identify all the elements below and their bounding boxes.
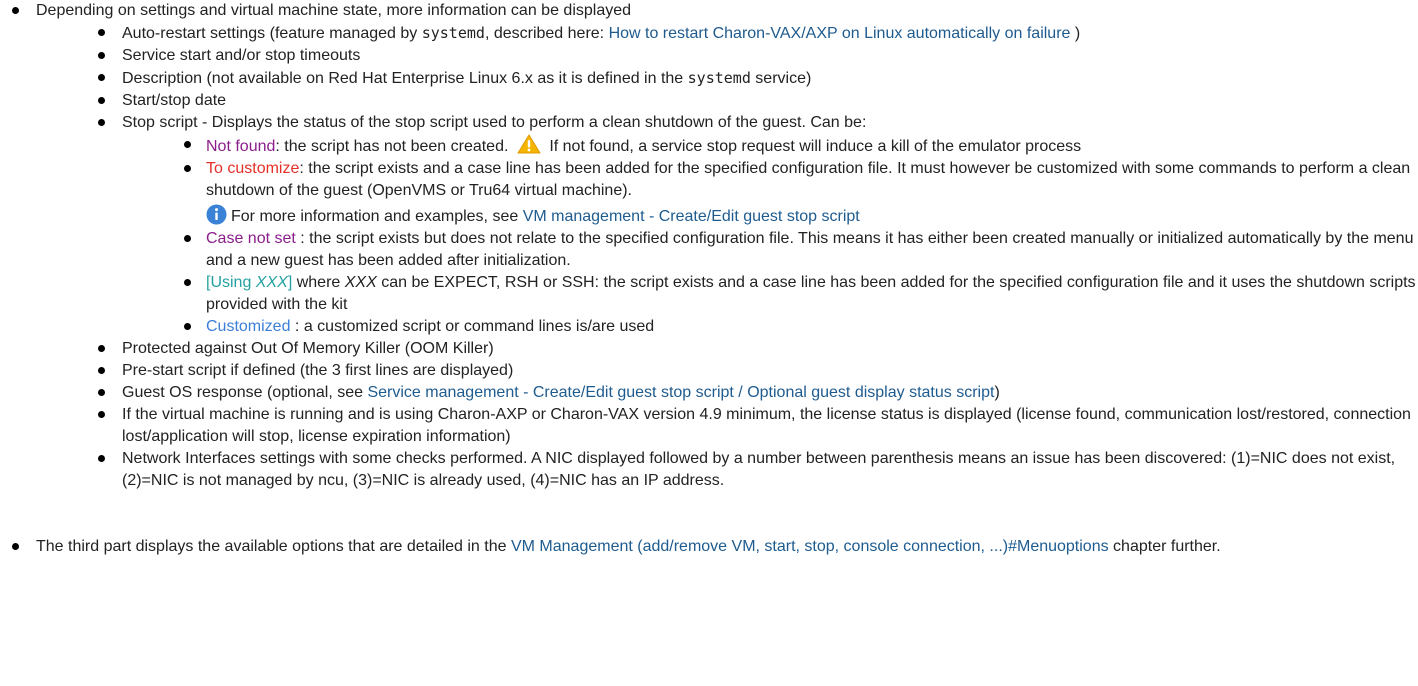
status-case-not-set: Case not set : the script exists but doe… bbox=[172, 228, 1418, 272]
list-item-nic: Network Interfaces settings with some ch… bbox=[86, 448, 1418, 492]
guest-os-text: Guest OS response (optional, see bbox=[122, 384, 368, 401]
list-item-auto-restart: Auto-restart settings (feature managed b… bbox=[86, 22, 1418, 45]
status-case-not-set-text: : the script exists but does not relate … bbox=[206, 230, 1414, 269]
third-part-text: The third part displays the available op… bbox=[36, 538, 511, 555]
list-item-timeouts: Service start and/or stop timeouts bbox=[86, 45, 1418, 67]
info-text: For more information and examples, see bbox=[231, 208, 523, 225]
document: Depending on settings and virtual machin… bbox=[0, 0, 1418, 558]
auto-restart-link[interactable]: How to restart Charon-VAX/AXP on Linux a… bbox=[609, 25, 1071, 42]
description-text-after: service) bbox=[750, 70, 812, 87]
list-item-third-part: The third part displays the available op… bbox=[0, 536, 1418, 558]
auto-restart-text-after: ) bbox=[1070, 25, 1081, 42]
top-level-list: Depending on settings and virtual machin… bbox=[0, 0, 1418, 492]
status-customized: Customized : a customized script or comm… bbox=[172, 316, 1418, 338]
vm-management-stop-script-link[interactable]: VM management - Create/Edit guest stop s… bbox=[523, 208, 860, 225]
guest-os-text-after: ) bbox=[994, 384, 1000, 401]
systemd-code: systemd bbox=[687, 69, 751, 87]
list-item-description: Description (not available on Red Hat En… bbox=[86, 67, 1418, 90]
list-item-license: If the virtual machine is running and is… bbox=[86, 404, 1418, 448]
start-stop-date-text: Start/stop date bbox=[122, 92, 227, 109]
guest-os-link[interactable]: Service management - Create/Edit guest s… bbox=[367, 384, 994, 401]
info-note: For more information and examples, see V… bbox=[206, 204, 1418, 228]
third-part-list: The third part displays the available op… bbox=[0, 536, 1418, 558]
status-using-open: [Using bbox=[206, 274, 256, 291]
list-item-intro: Depending on settings and virtual machin… bbox=[0, 0, 1418, 492]
status-customized-text: : a customized script or command lines i… bbox=[290, 318, 655, 335]
list-item-guest-os: Guest OS response (optional, see Service… bbox=[86, 382, 1418, 404]
status-not-found: Not found: the script has not been creat… bbox=[172, 134, 1418, 158]
prestart-text: Pre-start script if defined (the 3 first… bbox=[122, 362, 514, 379]
description-text: Description (not available on Red Hat En… bbox=[122, 70, 688, 87]
vm-management-menu-options-link[interactable]: VM Management (add/remove VM, start, sto… bbox=[511, 538, 1109, 555]
intro-text: Depending on settings and virtual machin… bbox=[36, 2, 632, 19]
timeouts-text: Service start and/or stop timeouts bbox=[122, 47, 361, 64]
info-icon bbox=[206, 204, 227, 225]
warning-text: If not found, a service stop request wil… bbox=[544, 138, 1082, 155]
nic-text: Network Interfaces settings with some ch… bbox=[122, 450, 1396, 489]
status-to-customize: To customize: the script exists and a ca… bbox=[172, 158, 1418, 228]
auto-restart-text-middle: , described here: bbox=[484, 25, 609, 42]
status-case-not-set-label: Case not set bbox=[206, 230, 296, 247]
list-item-oom: Protected against Out Of Memory Killer (… bbox=[86, 338, 1418, 360]
status-using-label: [Using XXX] bbox=[206, 274, 292, 291]
stop-script-status-list: Not found: the script has not been creat… bbox=[172, 134, 1418, 338]
stop-script-label: Stop script - Displays the status of the… bbox=[122, 114, 867, 131]
status-not-found-label: Not found bbox=[206, 138, 276, 155]
status-using-var-text: XXX bbox=[344, 274, 377, 291]
list-item-stop-script: Stop script - Displays the status of the… bbox=[86, 112, 1418, 338]
oom-text: Protected against Out Of Memory Killer (… bbox=[122, 340, 494, 357]
warning-icon bbox=[517, 134, 541, 154]
status-to-customize-label: To customize bbox=[206, 160, 300, 177]
status-not-found-text: : the script has not been created. bbox=[275, 138, 513, 155]
systemd-code: systemd bbox=[421, 24, 485, 42]
details-list: Auto-restart settings (feature managed b… bbox=[86, 22, 1418, 492]
third-part-text-after: chapter further. bbox=[1108, 538, 1221, 555]
status-using: [Using XXX] where XXX can be EXPECT, RSH… bbox=[172, 272, 1418, 316]
list-item-prestart: Pre-start script if defined (the 3 first… bbox=[86, 360, 1418, 382]
license-text: If the virtual machine is running and is… bbox=[122, 406, 1411, 445]
auto-restart-text: Auto-restart settings (feature managed b… bbox=[122, 25, 422, 42]
status-customized-label: Customized bbox=[206, 318, 291, 335]
status-using-text: can be EXPECT, RSH or SSH: the script ex… bbox=[206, 274, 1416, 313]
status-using-where: where bbox=[292, 274, 345, 291]
status-to-customize-text: : the script exists and a case line has … bbox=[206, 160, 1411, 199]
list-item-start-stop-date: Start/stop date bbox=[86, 90, 1418, 112]
status-using-var: XXX bbox=[255, 274, 288, 291]
